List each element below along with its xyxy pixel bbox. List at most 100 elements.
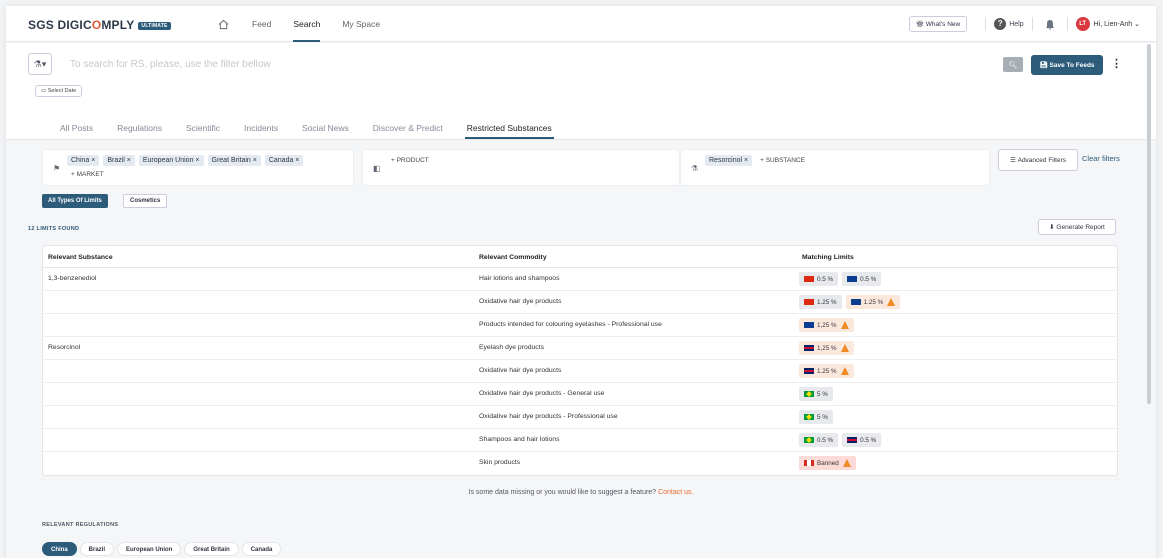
matching-limits: 1.25 % 1.25 % (799, 295, 904, 309)
flag-cn-icon (804, 276, 814, 282)
search-button[interactable]: 🔍︎ (1003, 57, 1023, 72)
clear-filters-link[interactable]: Clear filters (1082, 154, 1120, 163)
save-to-feeds-button[interactable]: 💾︎ Save To Feeds (1031, 55, 1103, 75)
add-substance-button[interactable]: + SUBSTANCE (756, 155, 809, 169)
cell-commodity: Skin products (479, 459, 521, 466)
market-filter: ⚑ China × Brazil × European Union × Grea… (42, 149, 354, 186)
country-tab-great-britain[interactable]: Great Britain (184, 542, 239, 556)
cell-commodity: Hair lotions and shampoos (479, 275, 560, 282)
market-chip-canada[interactable]: Canada × (264, 155, 304, 166)
flag-br-icon (804, 437, 814, 443)
flag-icon: ⚑ (53, 164, 61, 173)
table-row[interactable]: Resorcinol Eyelash dye products 1,25 % (43, 337, 1117, 360)
matching-limits: 1,25 % (799, 318, 858, 332)
tab-all-posts[interactable]: All Posts (58, 117, 95, 139)
country-tab-china[interactable]: China (42, 542, 77, 556)
warning-icon (887, 298, 896, 306)
bell-icon[interactable] (1045, 19, 1055, 30)
cell-commodity: Shampoos and hair lotions (479, 436, 560, 443)
tab-restricted-substances[interactable]: Restricted Substances (464, 117, 554, 139)
tab-discover-predict[interactable]: Discover & Predict (371, 117, 445, 139)
table-row[interactable]: Oxidative hair dye products 1.25 % (43, 360, 1117, 383)
help-button[interactable]: ? Help (994, 18, 1024, 30)
table-row[interactable]: 1,3-benzenediol Hair lotions and shampoos… (43, 268, 1117, 291)
whats-new-button[interactable]: 🎁︎ What's New (908, 16, 968, 32)
cell-commodity: Oxidative hair dye products - Profession… (479, 413, 618, 420)
contact-us-link[interactable]: Contact us. (658, 489, 693, 496)
tab-scientific[interactable]: Scientific (184, 117, 222, 139)
more-options-icon[interactable]: ⋮ (1111, 57, 1122, 70)
flag-gb-icon (804, 368, 814, 374)
market-chip-european-union[interactable]: European Union × (138, 155, 204, 166)
limit-tab-all-types[interactable]: All Types Of Limits (42, 194, 108, 208)
generate-report-button[interactable]: ⬇︎ Generate Report (1038, 219, 1116, 235)
relevant-regulations-heading: RELEVANT REGULATIONS (42, 522, 119, 528)
limits-found-count: 12 LIMITS FOUND (28, 226, 80, 232)
advanced-filters-button[interactable]: ☰ Advanced Filters (998, 149, 1078, 171)
select-date-button[interactable]: ▭ Select Date (35, 85, 83, 97)
add-product-button[interactable]: + PRODUCT (387, 155, 433, 166)
matching-limits: 5 % (799, 410, 837, 424)
flask-icon[interactable]: ⚗︎▾ (28, 53, 52, 75)
add-market-button[interactable]: + MARKET (67, 169, 108, 180)
home-icon[interactable] (216, 17, 230, 31)
limit-pill[interactable]: 1.25 % (845, 295, 901, 309)
user-menu[interactable]: Hi, Lien-Anh ⌄ (1094, 20, 1140, 28)
avatar[interactable]: LT (1075, 17, 1090, 31)
matching-limits: 5 % (799, 387, 837, 401)
table-row[interactable]: Oxidative hair dye products - Profession… (43, 406, 1117, 429)
limit-pill[interactable]: 0.5 % (799, 272, 839, 286)
nav-search[interactable]: Search (293, 6, 321, 42)
flag-eu-icon (850, 299, 861, 305)
table-row[interactable]: Skin products Banned (43, 452, 1117, 475)
chevron-down-icon: ⌄ (1134, 21, 1140, 28)
product-icon: ◧ (373, 164, 381, 173)
limit-tab-cosmetics[interactable]: Cosmetics (123, 194, 168, 208)
market-chip-china[interactable]: China × (67, 155, 100, 166)
substance-chip-resorcinol[interactable]: Resorcinol × (705, 155, 753, 166)
cell-substance: Resorcinol (48, 344, 81, 351)
tab-regulations[interactable]: Regulations (115, 117, 164, 139)
limit-pill[interactable]: 1.25 % (799, 295, 842, 309)
tab-social-news[interactable]: Social News (300, 117, 351, 139)
tab-incidents[interactable]: Incidents (242, 117, 280, 139)
nav-feed[interactable]: Feed (252, 6, 271, 42)
flag-ca-icon (804, 460, 814, 466)
limit-pill[interactable]: 5 % (799, 387, 833, 401)
table-row[interactable]: Oxidative hair dye products - General us… (43, 383, 1117, 406)
table-row[interactable]: Shampoos and hair lotions 0.5 % 0.5 % (43, 429, 1117, 452)
market-chip-great-britain[interactable]: Great Britain × (207, 155, 261, 166)
search-icon: 🔍︎ (1008, 61, 1018, 69)
search-input[interactable] (70, 53, 996, 75)
market-chip-brazil[interactable]: Brazil × (103, 155, 135, 166)
help-icon: ? (994, 18, 1007, 30)
flag-cn-icon (804, 299, 814, 305)
flag-eu-icon (804, 322, 814, 328)
country-tab-brazil[interactable]: Brazil (79, 542, 115, 556)
cell-commodity: Eyelash dye products (479, 344, 544, 351)
limit-pill[interactable]: 0.5 % (842, 272, 882, 286)
limit-pill[interactable]: Banned (799, 456, 856, 470)
matching-limits: 0.5 % 0.5 % (799, 433, 885, 447)
country-tab-canada[interactable]: Canada (241, 542, 282, 556)
warning-icon (840, 344, 849, 352)
matching-limits: 0.5 % 0.5 % (799, 272, 885, 286)
flag-eu-icon (847, 276, 858, 282)
logo[interactable]: SGS DIGICOMPLY ULTIMATE (28, 18, 171, 32)
limit-pill[interactable]: 0.5 % (842, 433, 882, 447)
table-row[interactable]: Products intended for colouring eyelashe… (43, 314, 1117, 337)
country-tab-european-union[interactable]: European Union (117, 542, 182, 556)
header-limits: Matching Limits (802, 254, 854, 261)
limit-pill[interactable]: 1,25 % (799, 341, 854, 355)
nav-my-space[interactable]: My Space (342, 6, 380, 42)
top-bar: SGS DIGICOMPLY ULTIMATE Feed Search My Sp… (6, 6, 1156, 42)
logo-badge: ULTIMATE (138, 21, 171, 30)
limit-pill[interactable]: 0.5 % (799, 433, 839, 447)
warning-icon (842, 459, 851, 467)
limit-pill[interactable]: 1,25 % (799, 318, 854, 332)
limit-pill[interactable]: 5 % (799, 410, 833, 424)
limit-pill[interactable]: 1.25 % (799, 364, 854, 378)
page-scrollbar[interactable] (1147, 44, 1151, 404)
table-row[interactable]: Oxidative hair dye products 1.25 % 1.25 % (43, 291, 1117, 314)
top-right-controls: 🎁︎ What's New ? Help LT Hi, Lien-Anh ⌄ (908, 6, 1140, 42)
